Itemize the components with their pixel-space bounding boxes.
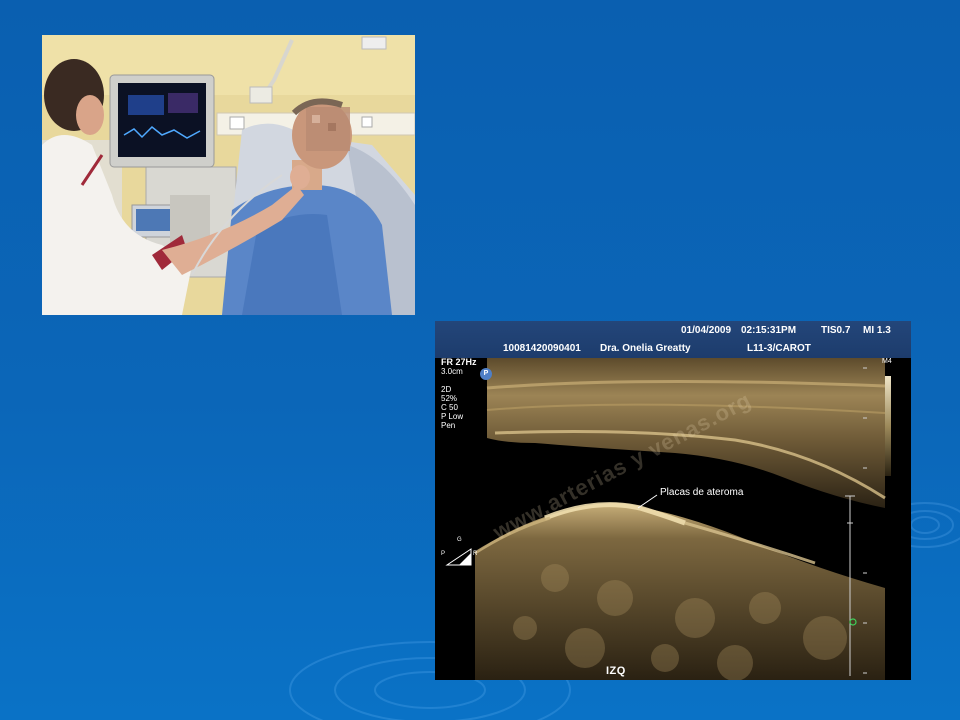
ultrasound-panel: 01/04/2009 02:15:31PM TIS0.7 MI 1.3 1008…: [435, 321, 911, 680]
exam-photo: [42, 35, 415, 315]
side-label: IZQ: [606, 665, 626, 677]
map-label: M4: [882, 358, 892, 365]
depth-value: 3.0cm: [441, 367, 463, 376]
orientation-right: R: [473, 551, 478, 557]
plaque-annotation: Placas de ateroma: [660, 487, 744, 498]
exam-time: 02:15:31PM: [741, 325, 797, 336]
orientation-marker: G P R: [441, 537, 478, 569]
orientation-top: G: [457, 537, 462, 543]
ultrasound-header: 01/04/2009 02:15:31PM TIS0.7 MI 1.3 1008…: [435, 321, 911, 358]
grayscale-bar: [885, 376, 891, 476]
tis-value: TIS0.7: [821, 325, 851, 336]
patient-id: 10081420090401: [503, 343, 581, 354]
penetration-value: Pen: [441, 421, 456, 430]
gain-value: 52%: [441, 394, 458, 403]
probe-preset: L11-3/CAROT: [747, 343, 811, 354]
compression-value: C 50: [441, 403, 458, 412]
frame-rate: FR 27Hz: [441, 357, 477, 367]
probe-marker-badge: P: [480, 368, 492, 380]
orientation-left: P: [441, 551, 446, 557]
power-value: P Low: [441, 412, 464, 421]
doctor-name: Dra. Onelia Greatty: [600, 343, 691, 354]
exam-date: 01/04/2009: [681, 325, 732, 336]
mode-value: 2D: [441, 385, 452, 394]
scan-parameters: FR 27Hz 3.0cm 2D 52% C 50 P Low Pen: [441, 357, 477, 431]
mi-value: MI 1.3: [863, 325, 891, 336]
